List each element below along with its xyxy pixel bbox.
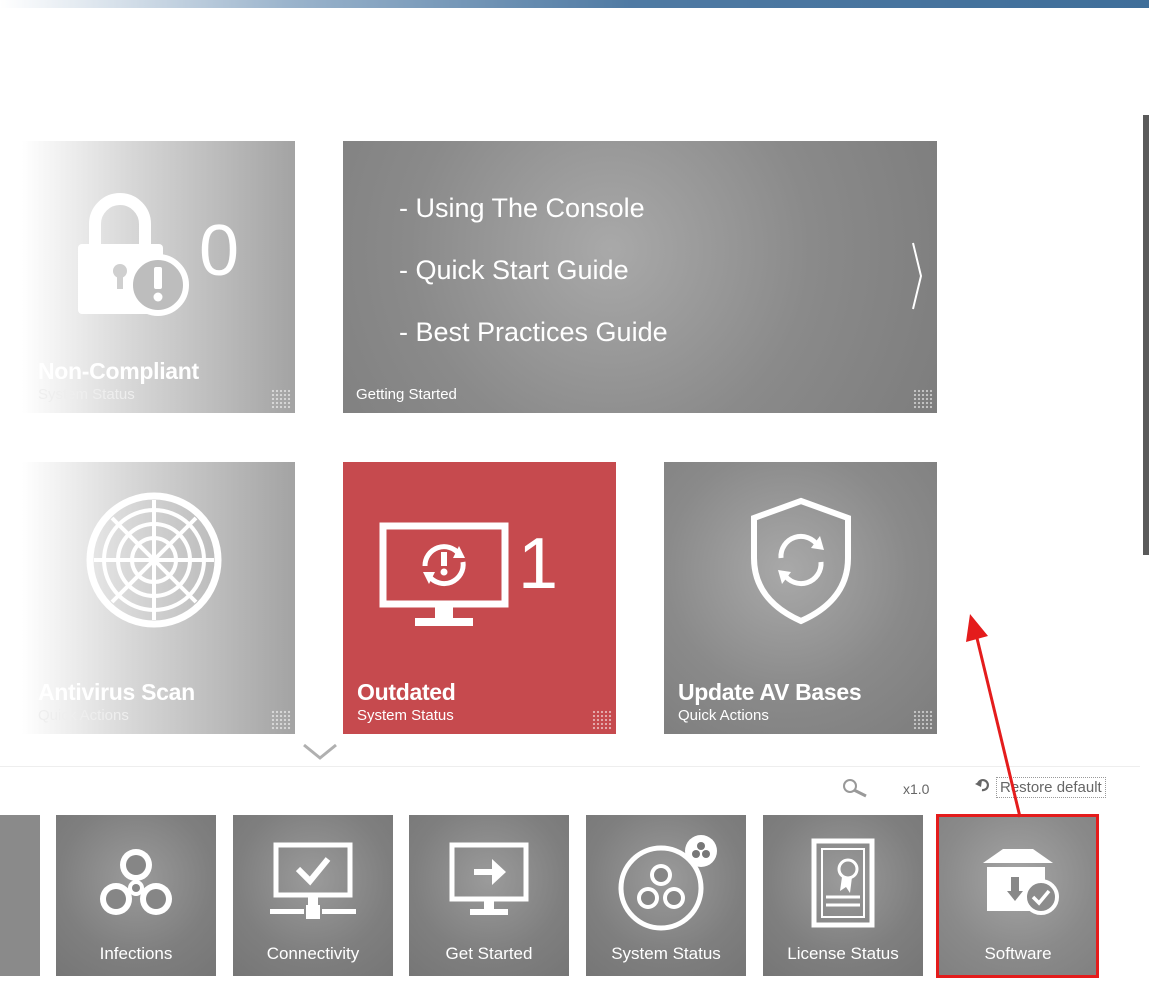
strip-tile-get-started[interactable]: Get Started	[409, 815, 569, 976]
resize-grip-icon[interactable]	[913, 710, 933, 730]
resize-grip-icon[interactable]	[913, 389, 933, 409]
tile-subtitle: Quick Actions	[38, 707, 129, 724]
tile-title: Non-Compliant	[38, 358, 199, 384]
tile-subtitle: System Status	[38, 386, 135, 403]
monitor-refresh-icon	[379, 522, 509, 637]
strip-label: Connectivity	[266, 944, 360, 963]
scrollbar[interactable]	[1143, 115, 1149, 555]
tile-title: Update AV Bases	[678, 679, 862, 705]
strip-edge-tile[interactable]	[0, 815, 40, 976]
zoom-level: x1.0	[903, 781, 930, 797]
link-using-console[interactable]: - Using The Console	[399, 193, 668, 255]
strip-tile-system-status[interactable]: System Status	[586, 815, 746, 976]
tile-getting-started[interactable]: - Using The Console - Quick Start Guide …	[343, 141, 937, 413]
shield-refresh-icon	[748, 496, 854, 631]
tile-outdated[interactable]: 1 Outdated System Status	[343, 462, 616, 734]
strip-label: Get Started	[445, 944, 533, 963]
getting-started-links: - Using The Console - Quick Start Guide …	[399, 193, 668, 379]
tile-title: Antivirus Scan	[38, 679, 195, 705]
resize-grip-icon[interactable]	[271, 710, 291, 730]
strip-tile-connectivity[interactable]: Connectivity	[233, 815, 393, 976]
tile-antivirus-scan[interactable]: Antivirus Scan Quick Actions	[22, 462, 295, 734]
monitor-arrow-icon	[409, 839, 569, 929]
tile-subtitle: System Status	[357, 707, 454, 724]
strip-label: System Status	[611, 944, 721, 963]
chevron-right-icon[interactable]	[911, 241, 923, 316]
padlock-warning-icon	[60, 189, 210, 324]
top-accent-bar	[0, 0, 1149, 8]
non-compliant-count: 0	[199, 211, 240, 291]
biohazard-circle-icon	[586, 833, 746, 933]
certificate-icon	[763, 835, 923, 935]
link-quick-start[interactable]: - Quick Start Guide	[399, 255, 668, 317]
zoom-icon[interactable]	[842, 778, 868, 804]
outdated-count: 1	[518, 524, 559, 604]
tile-subtitle: Getting Started	[356, 386, 457, 403]
strip-tile-software[interactable]: Software	[938, 815, 1098, 976]
resize-grip-icon[interactable]	[271, 389, 291, 409]
radar-icon	[84, 490, 224, 635]
chevron-down-icon[interactable]	[302, 742, 338, 767]
link-best-practices[interactable]: - Best Practices Guide	[399, 317, 668, 379]
monitor-check-icon	[233, 839, 393, 929]
strip-tile-license-status[interactable]: License Status	[763, 815, 923, 976]
annotation-arrow	[966, 614, 1022, 818]
tile-update-av-bases[interactable]: Update AV Bases Quick Actions	[664, 462, 937, 734]
strip-label: Infections	[99, 944, 173, 963]
resize-grip-icon[interactable]	[592, 710, 612, 730]
tile-title: Outdated	[357, 679, 456, 705]
strip-tile-infections[interactable]: Infections	[56, 815, 216, 976]
tile-subtitle: Quick Actions	[678, 707, 769, 724]
strip-label: License Status	[787, 944, 899, 963]
software-box-icon	[938, 841, 1098, 921]
biohazard-icon	[56, 835, 216, 935]
strip-label: Software	[984, 944, 1052, 963]
tile-non-compliant[interactable]: 0 Non-Compliant System Status	[22, 141, 295, 413]
